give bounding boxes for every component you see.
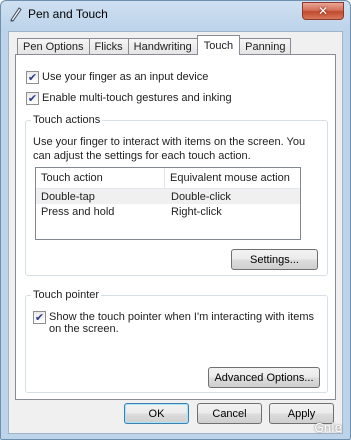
tab-touch[interactable]: Touch <box>196 35 241 55</box>
list-header: Touch action Equivalent mouse action <box>36 168 300 189</box>
close-icon: ✕ <box>317 4 329 18</box>
touch-pointer-title: Touch pointer <box>31 289 102 301</box>
window-title: Pen and Touch <box>28 7 108 21</box>
dialog-client-area: Pen Options Flicks Handwriting Touch Pan… <box>8 31 343 434</box>
multi-touch-option[interactable]: ✔ Enable multi-touch gestures and inking <box>26 92 232 105</box>
cancel-button[interactable]: Cancel <box>197 403 262 424</box>
mouse-action-cell: Right-click <box>171 205 222 218</box>
use-finger-checkbox[interactable]: ✔ <box>26 71 39 84</box>
pen-icon <box>10 7 22 22</box>
tab-strip: Pen Options Flicks Handwriting Touch Pan… <box>17 35 292 55</box>
pen-and-touch-window: Pen and Touch ✕ Pen Options Flicks Handw… <box>0 0 351 440</box>
tab-handwriting[interactable]: Handwriting <box>127 38 198 55</box>
tab-flicks[interactable]: Flicks <box>88 38 129 55</box>
use-finger-option[interactable]: ✔ Use your finger as an input device <box>26 71 208 84</box>
mouse-action-cell: Double-click <box>171 190 231 203</box>
touch-action-cell: Press and hold <box>41 205 115 218</box>
check-icon: ✔ <box>27 71 38 84</box>
column-header-touch-action[interactable]: Touch action <box>36 168 165 188</box>
close-button[interactable]: ✕ <box>302 2 344 20</box>
touch-action-cell: Double-tap <box>41 190 95 203</box>
touch-actions-group: Touch actions Use your finger to interac… <box>25 114 328 276</box>
watermark-text: Gnle <box>314 421 342 435</box>
touch-actions-list[interactable]: Touch action Equivalent mouse action Dou… <box>35 167 301 240</box>
touch-tab-panel: ✔ Use your finger as an input device ✔ E… <box>15 54 336 400</box>
show-pointer-label: Show the touch pointer when I'm interact… <box>49 311 315 335</box>
settings-button[interactable]: Settings... <box>231 249 318 270</box>
advanced-options-button[interactable]: Advanced Options... <box>208 367 320 388</box>
multi-touch-label: Enable multi-touch gestures and inking <box>42 92 232 104</box>
touch-pointer-group: Touch pointer ✔ Show the touch pointer w… <box>25 289 328 393</box>
show-pointer-option[interactable]: ✔ Show the touch pointer when I'm intera… <box>33 311 318 335</box>
tab-pen-options[interactable]: Pen Options <box>17 38 90 55</box>
multi-touch-checkbox[interactable]: ✔ <box>26 92 39 105</box>
ok-button[interactable]: OK <box>124 403 189 424</box>
check-icon: ✔ <box>27 92 38 105</box>
tab-panning[interactable]: Panning <box>239 38 292 55</box>
check-icon: ✔ <box>34 311 45 324</box>
list-item[interactable]: Press and hold Right-click <box>36 204 300 219</box>
show-pointer-checkbox[interactable]: ✔ <box>33 311 46 324</box>
touch-actions-description: Use your finger to interact with items o… <box>33 136 306 162</box>
title-bar: Pen and Touch ✕ <box>1 1 350 27</box>
list-item[interactable]: Double-tap Double-click <box>36 189 300 204</box>
column-header-mouse-action[interactable]: Equivalent mouse action <box>165 168 290 188</box>
use-finger-label: Use your finger as an input device <box>42 71 209 83</box>
touch-actions-title: Touch actions <box>31 114 103 126</box>
